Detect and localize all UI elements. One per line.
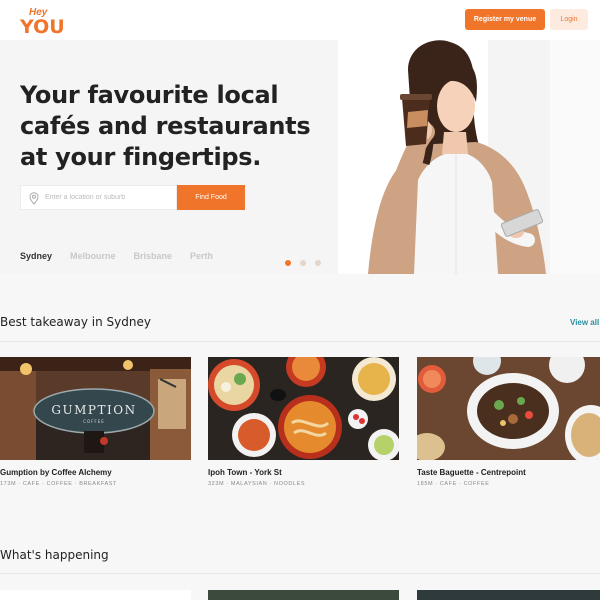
search-field[interactable] (20, 185, 177, 210)
city-tab-melbourne[interactable]: Melbourne (70, 251, 116, 261)
venue-name[interactable]: Ipoh Town - York St (208, 468, 282, 477)
gumption-sign-subtext: COFFEE (83, 419, 105, 424)
location-search: Find Food (20, 185, 245, 210)
page: Hey YOU Register my venue Login Your fav… (0, 0, 600, 600)
city-tabs: Sydney Melbourne Brisbane Perth (20, 251, 213, 261)
map-pin-icon (29, 192, 39, 205)
happening-card-image[interactable] (417, 590, 600, 600)
login-button[interactable]: Login (550, 9, 588, 30)
top-bar: Hey YOU Register my venue Login (0, 0, 600, 40)
hero-woman-coffee-image (338, 40, 550, 274)
register-venue-button[interactable]: Register my venue (465, 9, 545, 30)
venue-name[interactable]: Taste Baguette - Centrepoint (417, 468, 526, 477)
logo[interactable]: Hey YOU (20, 7, 65, 38)
find-food-button[interactable]: Find Food (177, 185, 245, 210)
happening-section-title: What's happening (0, 548, 109, 562)
happening-card-image[interactable] (0, 590, 191, 600)
city-tab-brisbane[interactable]: Brisbane (134, 251, 173, 261)
section-divider (0, 573, 600, 574)
venue-meta: 185M · CAFE · COFFEE (417, 481, 490, 487)
venue-name[interactable]: Gumption by Coffee Alchemy (0, 468, 112, 477)
hero-title-line: Your favourite local (20, 81, 279, 109)
section-divider (0, 341, 600, 342)
venue-image-gumption[interactable]: GUMPTION COFFEE (0, 357, 191, 460)
venue-meta: 173M · CAFE · COFFEE · BREAKFAST (0, 481, 117, 487)
carousel-dot[interactable] (315, 260, 321, 266)
view-all-link[interactable]: View all (570, 318, 599, 327)
gumption-sign-text: GUMPTION (51, 403, 136, 417)
carousel-dot[interactable] (285, 260, 291, 266)
venue-meta: 323M · MALAYSIAN · NOODLES (208, 481, 306, 487)
hero-section: Your favourite local cafés and restauran… (0, 40, 600, 274)
hero-title-line: at your fingertips. (20, 143, 262, 171)
hero-right-panel (550, 40, 600, 274)
logo-you-text: YOU (20, 16, 65, 38)
carousel-dot[interactable] (300, 260, 306, 266)
happening-card-image[interactable] (208, 590, 399, 600)
venue-image-ipoh-town[interactable] (208, 357, 399, 460)
hero-title: Your favourite local cafés and restauran… (20, 80, 320, 173)
location-input[interactable] (45, 186, 175, 209)
city-tab-sydney[interactable]: Sydney (20, 251, 52, 261)
carousel-dots (285, 260, 321, 266)
takeaway-section-title: Best takeaway in Sydney (0, 315, 151, 329)
hero-title-line: cafés and restaurants (20, 112, 311, 140)
venue-image-taste-baguette[interactable] (417, 357, 600, 460)
city-tab-perth[interactable]: Perth (190, 251, 213, 261)
